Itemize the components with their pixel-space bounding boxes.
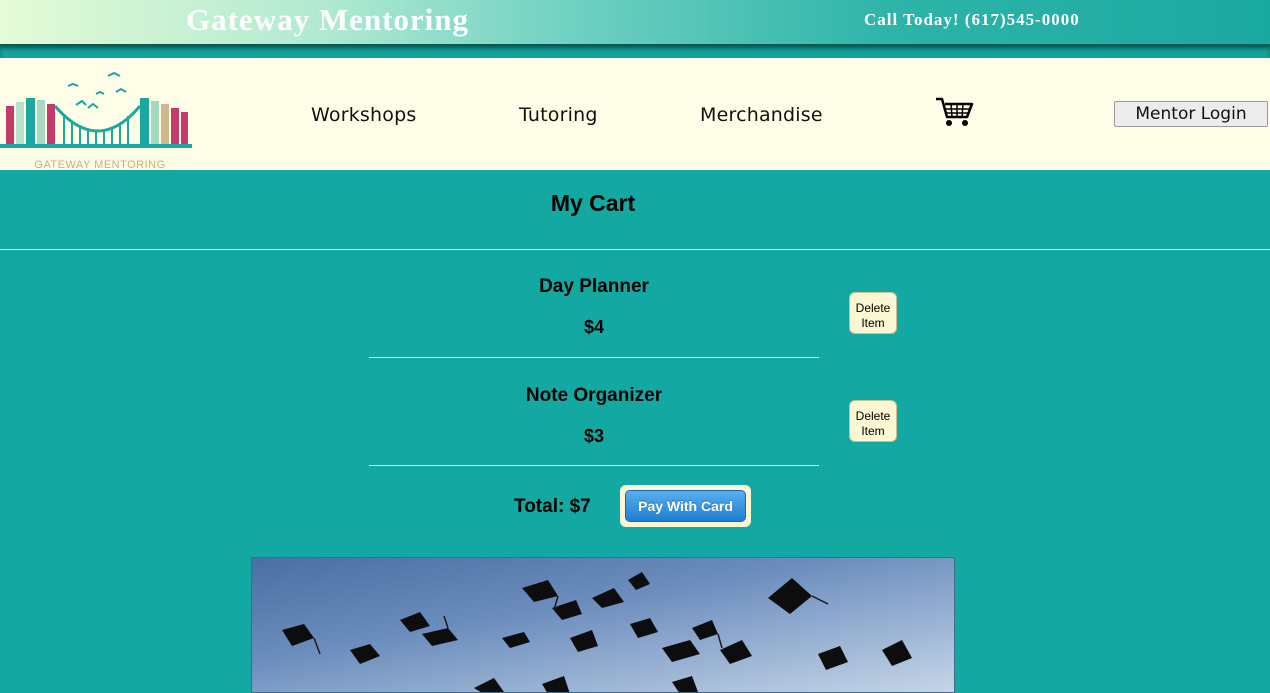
page-title: My Cart: [550, 190, 636, 216]
pay-with-card-button[interactable]: Pay With Card: [625, 490, 746, 522]
graduation-caps-image: [251, 557, 955, 693]
banner-strip: [0, 44, 1270, 58]
pay-button-wrapper: Pay With Card: [620, 485, 751, 527]
item-name: Note Organizer: [525, 385, 663, 406]
navbar: GATEWAY MENTORING Workshops Tutoring Mer…: [0, 58, 1270, 171]
graduation-caps-icon: [282, 572, 912, 692]
cart-total: Total: $7: [514, 496, 591, 517]
logo[interactable]: GATEWAY MENTORING: [0, 66, 196, 171]
phone-number: Call Today! (617)545-0000: [864, 10, 1080, 29]
brand-title: Gateway Mentoring: [186, 2, 470, 37]
nav-tutoring[interactable]: Tutoring: [519, 104, 598, 126]
delete-item-button[interactable]: Delete Item: [849, 400, 897, 442]
item-divider: [369, 465, 819, 466]
shopping-cart-icon[interactable]: [935, 96, 975, 128]
item-price: $4: [583, 317, 605, 337]
delete-label: Item: [861, 423, 885, 438]
nav-workshops[interactable]: Workshops: [311, 104, 416, 126]
item-divider: [369, 357, 819, 358]
mentor-login-button[interactable]: Mentor Login: [1114, 101, 1268, 127]
delete-label: Delete: [855, 408, 891, 423]
item-name: Day Planner: [539, 276, 649, 297]
divider: [0, 249, 1270, 250]
top-banner: Gateway Mentoring Call Today! (617)545-0…: [0, 0, 1270, 44]
delete-label: Delete: [855, 300, 891, 315]
logo-text: GATEWAY MENTORING: [34, 159, 166, 171]
item-price: $3: [583, 426, 605, 446]
delete-item-button[interactable]: Delete Item: [849, 292, 897, 334]
delete-label: Item: [861, 315, 885, 330]
bridge-books-logo-icon: [0, 71, 192, 148]
nav-merchandise[interactable]: Merchandise: [700, 104, 823, 126]
